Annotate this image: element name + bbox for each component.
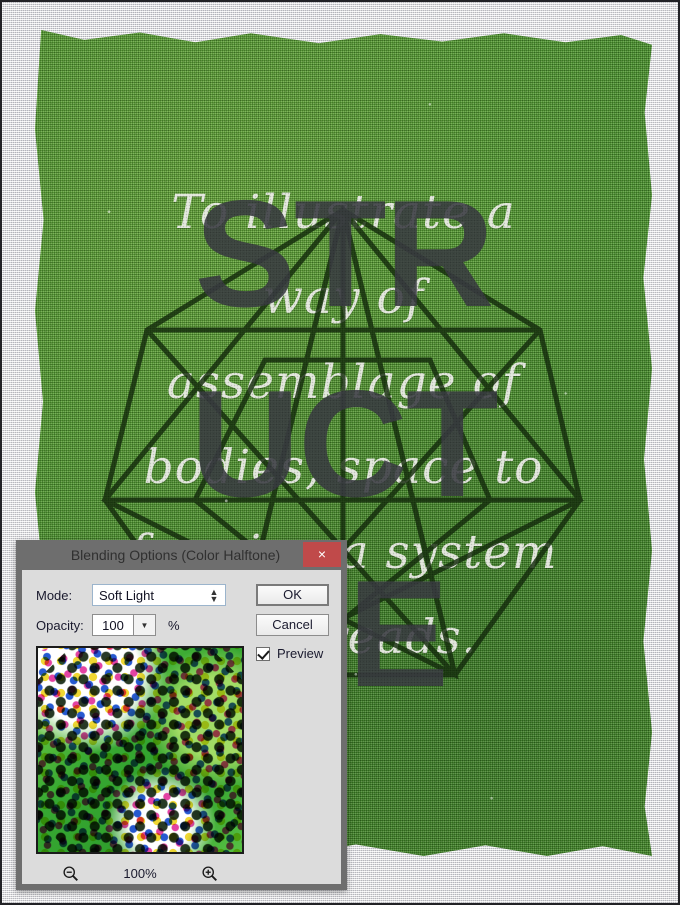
dialog-body: Mode: Soft Light ▲ ▼ Opacity: 100 ▼ % OK … bbox=[22, 570, 341, 884]
preview-zoom-bar: 100% bbox=[36, 862, 244, 884]
preview-checkbox-label: Preview bbox=[277, 646, 324, 661]
zoom-in-icon[interactable] bbox=[201, 865, 218, 882]
mode-label: Mode: bbox=[36, 587, 73, 603]
chevron-down-icon[interactable]: ▼ bbox=[134, 614, 156, 636]
blending-options-dialog[interactable]: Blending Options (Color Halftone) × Mode… bbox=[16, 540, 347, 890]
mode-select-value: Soft Light bbox=[99, 587, 154, 603]
zoom-out-icon[interactable] bbox=[62, 865, 79, 882]
opacity-label: Opacity: bbox=[36, 617, 84, 633]
dialog-title: Blending Options (Color Halftone) bbox=[70, 547, 281, 563]
opacity-row: Opacity: 100 ▼ % bbox=[36, 614, 180, 636]
dialog-titlebar[interactable]: Blending Options (Color Halftone) × bbox=[16, 540, 347, 570]
zoom-level-label: 100% bbox=[123, 865, 157, 881]
chevron-updown-icon: ▲ ▼ bbox=[209, 587, 219, 604]
photoshop-canvas-window: To illustrate a way of assemblage of bod… bbox=[0, 0, 680, 905]
preview-image bbox=[38, 648, 242, 852]
preview-checkbox-row[interactable]: Preview bbox=[256, 646, 323, 661]
cancel-button[interactable]: Cancel bbox=[256, 614, 329, 636]
opacity-input[interactable]: 100 bbox=[92, 614, 134, 636]
preview-thumbnail[interactable] bbox=[36, 646, 244, 854]
poster-headline-line-1: STR bbox=[194, 169, 495, 339]
poster-headline-line-2: UCT bbox=[190, 359, 498, 529]
mode-row: Mode: Soft Light ▲ ▼ bbox=[36, 584, 226, 606]
close-icon[interactable]: × bbox=[303, 542, 341, 567]
ok-button[interactable]: OK bbox=[256, 584, 329, 606]
opacity-unit-label: % bbox=[168, 617, 180, 633]
checkbox-checked-icon[interactable] bbox=[256, 646, 270, 661]
mode-select[interactable]: Soft Light ▲ ▼ bbox=[92, 584, 226, 606]
halftone-dots-black bbox=[38, 648, 242, 852]
